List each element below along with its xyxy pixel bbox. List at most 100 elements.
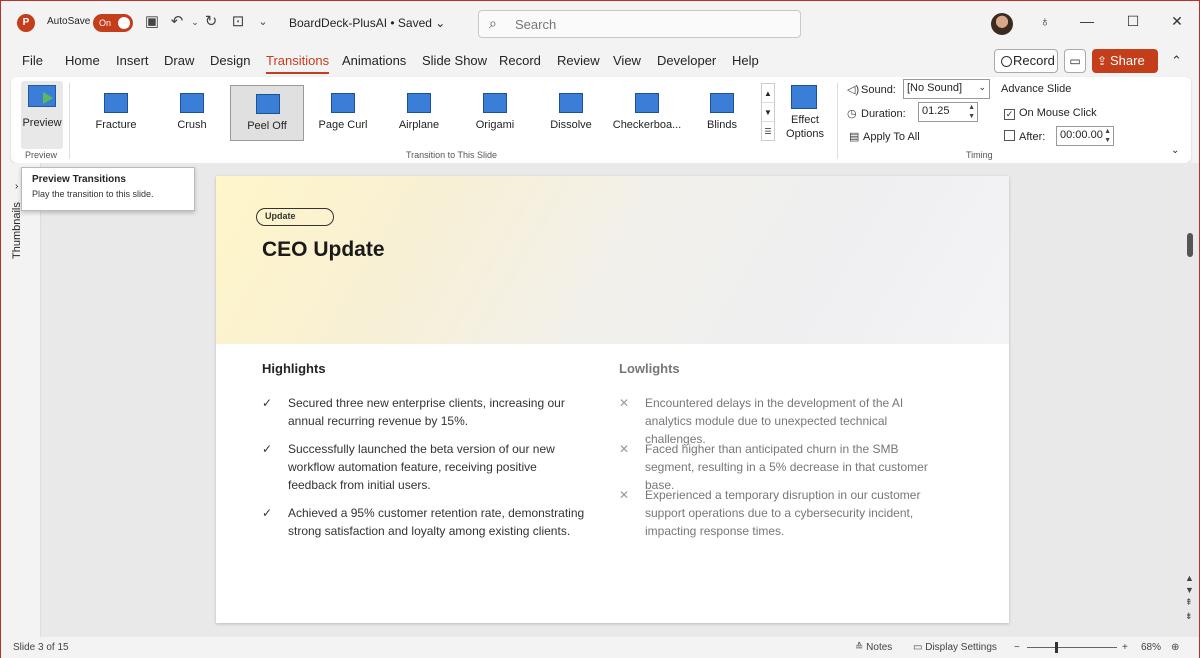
customize-toolbar-icon[interactable]: ⌄ bbox=[253, 12, 273, 32]
notes-button[interactable]: ≙ Notes bbox=[855, 642, 892, 653]
highlights-heading: Highlights bbox=[262, 361, 326, 376]
spin-icon[interactable]: ▲ ▼ bbox=[968, 103, 975, 121]
maximize-icon[interactable]: ☐ bbox=[1123, 13, 1143, 30]
dissolve-icon bbox=[559, 93, 583, 113]
transition-checkerboard[interactable]: Checkerboa... bbox=[610, 85, 684, 141]
next-slide-icon[interactable]: ⇟ bbox=[1185, 611, 1193, 622]
after-label: After: bbox=[1019, 131, 1046, 143]
gallery-label: Crush bbox=[177, 119, 207, 131]
gallery-up-icon[interactable]: ▲ bbox=[762, 84, 774, 103]
check-icon: ✓ bbox=[262, 442, 273, 456]
comments-icon[interactable]: ▭ bbox=[1064, 49, 1086, 73]
zoom-slider[interactable] bbox=[1027, 647, 1117, 648]
close-icon[interactable]: ✕ bbox=[1167, 13, 1187, 30]
duration-input[interactable]: 01.25 ▲ ▼ bbox=[918, 102, 978, 122]
gallery-label: Peel Off bbox=[247, 120, 287, 132]
zoom-slider-thumb[interactable] bbox=[1055, 642, 1058, 653]
document-title[interactable]: BoardDeck-PlusAI • Saved ⌄ bbox=[289, 16, 445, 30]
effect-options-icon bbox=[791, 85, 817, 109]
lowlight-text: Encountered delays in the development of… bbox=[645, 396, 904, 446]
apply-all-button[interactable]: ▤ Apply To All bbox=[849, 130, 920, 143]
display-settings-button[interactable]: ▭ Display Settings bbox=[913, 642, 997, 653]
user-avatar[interactable] bbox=[991, 13, 1013, 35]
transition-blinds[interactable]: Blinds bbox=[685, 85, 759, 141]
fit-to-window-icon[interactable]: ⊕ bbox=[1171, 642, 1179, 653]
save-icon[interactable]: ▣ bbox=[142, 12, 162, 32]
tab-draw[interactable]: Draw bbox=[164, 53, 194, 68]
preview-group-label: Preview bbox=[25, 150, 58, 160]
sound-select[interactable]: [No Sound] ⌄ bbox=[903, 79, 990, 99]
scroll-up-icon[interactable]: ▲ bbox=[1185, 573, 1194, 583]
gallery-more-icon[interactable]: ☰ bbox=[762, 122, 774, 141]
on-mouse-click-option[interactable]: ✓ On Mouse Click bbox=[1004, 107, 1097, 120]
tab-help[interactable]: Help bbox=[732, 53, 759, 68]
transition-airplane[interactable]: Airplane bbox=[382, 85, 456, 141]
tab-animations[interactable]: Animations bbox=[342, 53, 406, 68]
thumbnail-pane[interactable]: › Thumbnails bbox=[1, 163, 41, 637]
gallery-scroll[interactable]: ▲ ▼ ☰ bbox=[761, 83, 775, 141]
search-box[interactable]: ⌕ Search bbox=[478, 10, 801, 38]
zoom-level[interactable]: 68% bbox=[1141, 642, 1161, 653]
menu-bar: File Home Insert Draw Design Transitions… bbox=[1, 45, 1199, 92]
ribbon-display-icon[interactable]: ⌃ bbox=[1171, 53, 1182, 69]
slide-canvas[interactable]: Update CEO Update Highlights ✓ Secured th… bbox=[216, 176, 1009, 623]
prev-slide-icon[interactable]: ⇞ bbox=[1185, 597, 1193, 608]
gallery-label: Airplane bbox=[398, 119, 440, 131]
lightbulb-icon[interactable]: ♁ bbox=[1035, 13, 1055, 29]
minimize-icon[interactable]: — bbox=[1077, 13, 1097, 29]
autosave-toggle[interactable]: On bbox=[93, 14, 133, 32]
transition-gallery: Fracture Crush Peel Off Page Curl Airpla… bbox=[75, 85, 757, 141]
preview-tooltip: Preview Transitions Play the transition … bbox=[21, 167, 195, 211]
tab-slide-show[interactable]: Slide Show bbox=[422, 53, 487, 68]
tab-review[interactable]: Review bbox=[557, 53, 600, 68]
tab-view[interactable]: View bbox=[613, 53, 641, 68]
tab-developer[interactable]: Developer bbox=[657, 53, 716, 68]
after-option[interactable]: After: bbox=[1004, 130, 1045, 143]
highlight-text: Successfully launched the beta version o… bbox=[288, 442, 555, 492]
chevron-down-icon: ⌄ bbox=[978, 82, 986, 92]
share-button[interactable]: ⇪Share ⌄ bbox=[1092, 49, 1158, 92]
preview-button[interactable]: Preview bbox=[21, 81, 63, 149]
duration-value: 01.25 bbox=[922, 105, 950, 117]
expand-thumbnails-icon[interactable]: › bbox=[15, 181, 18, 192]
notes-label: Notes bbox=[866, 642, 893, 653]
display-label: Display Settings bbox=[925, 642, 997, 653]
effect-options-button[interactable]: Effect Options bbox=[779, 81, 831, 151]
after-checkbox[interactable] bbox=[1004, 130, 1015, 141]
mouse-click-checkbox[interactable]: ✓ bbox=[1004, 109, 1015, 120]
lowlight-text: Faced higher than anticipated churn in t… bbox=[645, 442, 928, 492]
redo-icon[interactable]: ↻ bbox=[201, 12, 221, 32]
transition-page-curl[interactable]: Page Curl bbox=[306, 85, 380, 141]
vertical-scrollbar[interactable]: ▲ ▼ ⇞ ⇟ bbox=[1181, 163, 1199, 637]
collapse-ribbon-icon[interactable]: ⌄ bbox=[1171, 145, 1179, 156]
transition-crush[interactable]: Crush bbox=[155, 85, 229, 141]
tab-record[interactable]: Record bbox=[499, 53, 541, 68]
scroll-down-icon[interactable]: ▼ bbox=[1185, 585, 1194, 595]
peel-off-icon bbox=[256, 94, 280, 114]
tab-file[interactable]: File bbox=[22, 53, 43, 68]
present-icon[interactable]: ⊡ bbox=[228, 12, 248, 32]
duration-label: Duration: bbox=[861, 108, 906, 120]
zoom-in-icon[interactable]: + bbox=[1122, 642, 1128, 653]
sound-row: ◁) Sound: bbox=[847, 83, 896, 96]
tab-transitions[interactable]: Transitions bbox=[266, 53, 330, 74]
gallery-label: Blinds bbox=[707, 119, 737, 131]
zoom-out-icon[interactable]: − bbox=[1014, 642, 1020, 653]
transition-origami[interactable]: Origami bbox=[458, 85, 532, 141]
after-input[interactable]: 00:00.00 ▲ ▼ bbox=[1056, 126, 1114, 146]
lowlight-item: ✕ Experienced a temporary disruption in o… bbox=[619, 486, 925, 540]
record-button[interactable]: Record bbox=[994, 49, 1058, 73]
transition-fracture[interactable]: Fracture bbox=[79, 85, 153, 141]
tab-home[interactable]: Home bbox=[65, 53, 100, 68]
page-curl-icon bbox=[331, 93, 355, 113]
tab-design[interactable]: Design bbox=[210, 53, 250, 68]
scrollbar-thumb[interactable] bbox=[1187, 233, 1193, 257]
speaker-icon: ◁) bbox=[847, 84, 860, 96]
transition-dissolve[interactable]: Dissolve bbox=[534, 85, 608, 141]
undo-icon[interactable]: ↶ bbox=[167, 12, 187, 32]
transition-peel-off[interactable]: Peel Off bbox=[230, 85, 304, 141]
tab-insert[interactable]: Insert bbox=[116, 53, 149, 68]
check-icon: ✓ bbox=[262, 396, 273, 410]
gallery-down-icon[interactable]: ▼ bbox=[762, 103, 774, 122]
spin-icon[interactable]: ▲ ▼ bbox=[1104, 127, 1111, 145]
